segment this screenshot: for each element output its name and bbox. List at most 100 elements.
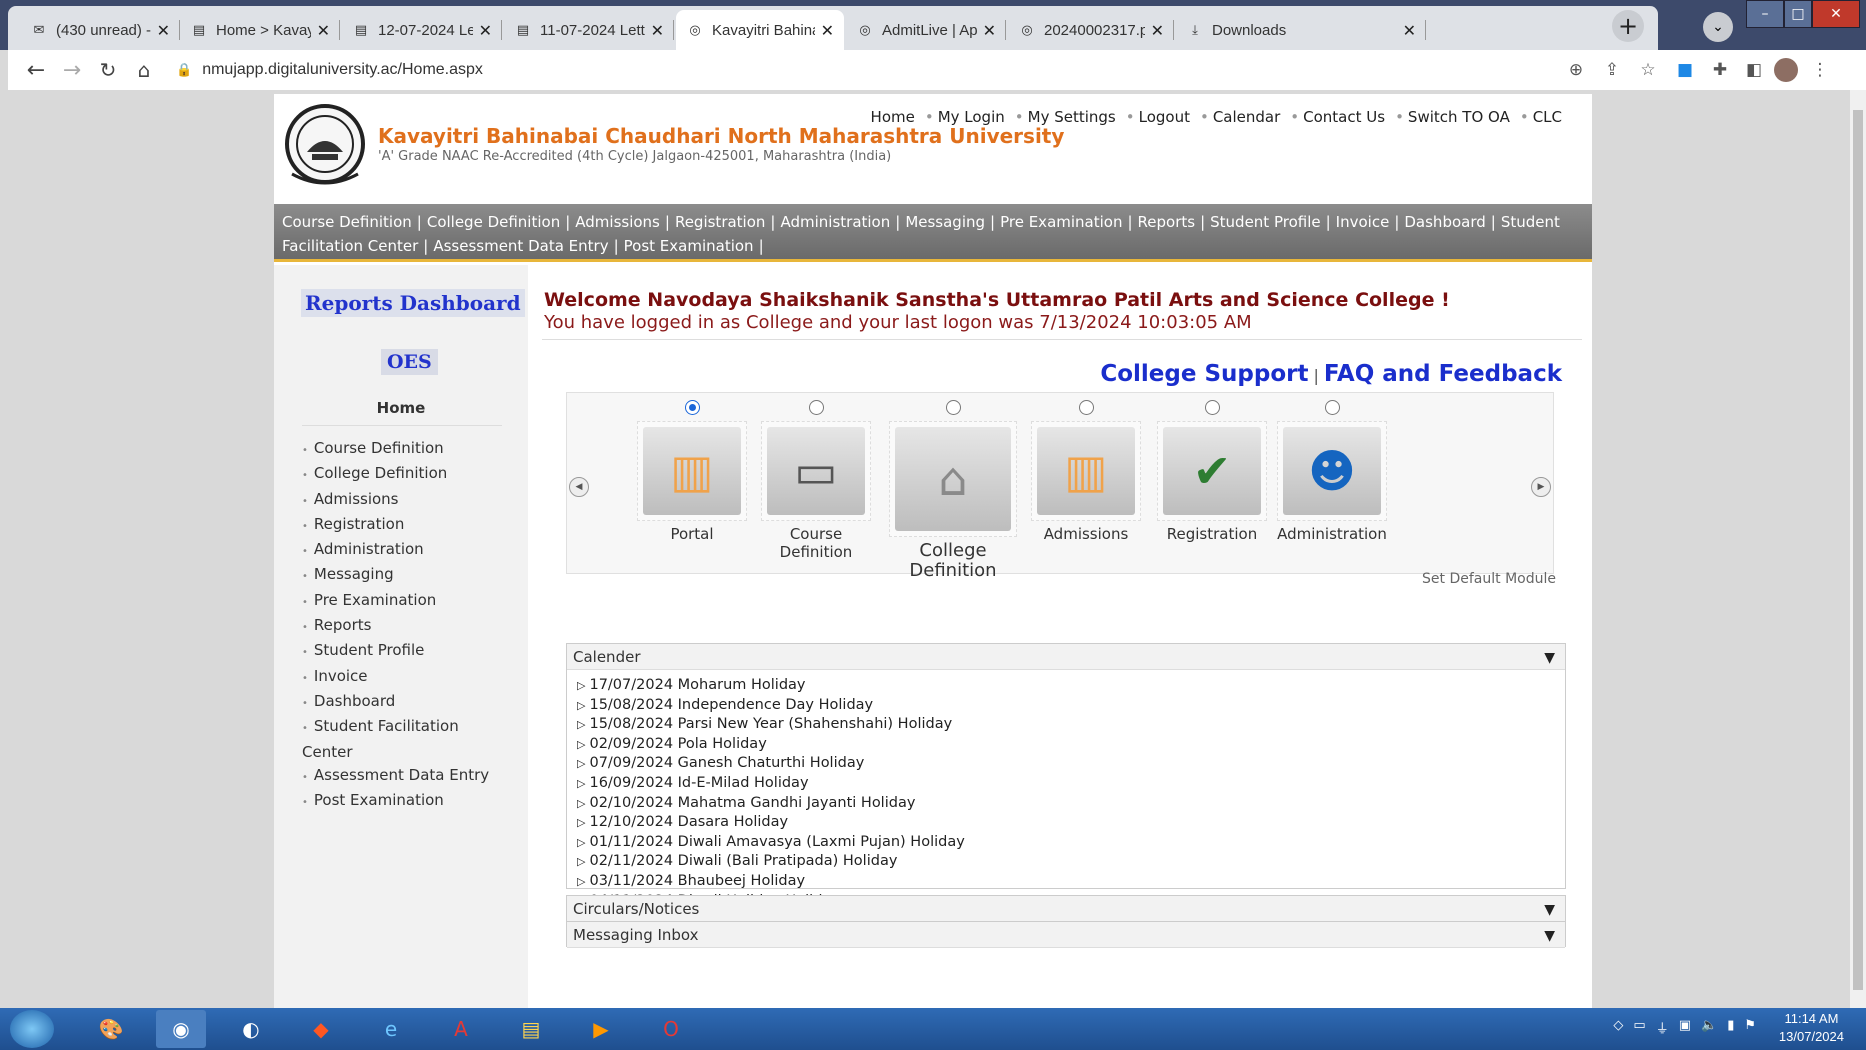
sidebar-item[interactable]: • Student Facilitation Center xyxy=(302,715,502,764)
tab-close-icon[interactable]: ✕ xyxy=(821,21,834,40)
holiday-item[interactable]: ▷ 03/11/2024 Bhaubeej Holiday xyxy=(577,872,1555,892)
module-card[interactable]: ✔ Registration xyxy=(1157,393,1267,543)
holiday-item[interactable]: ▷ 16/09/2024 Id-E-Milad Holiday xyxy=(577,774,1555,794)
module-tile[interactable]: ⌂ xyxy=(889,421,1017,537)
forward-icon[interactable]: → xyxy=(54,52,90,88)
taskbar-clock[interactable]: 11:14 AM 13/07/2024 xyxy=(1779,1010,1844,1046)
faq-feedback-link[interactable]: FAQ and Feedback xyxy=(1324,361,1562,387)
module-tile[interactable]: ▭ xyxy=(761,421,871,521)
reload-icon[interactable]: ↻ xyxy=(90,52,126,88)
top-link[interactable]: • Switch TO OA xyxy=(1395,108,1510,126)
module-tile[interactable]: ✔ xyxy=(1157,421,1267,521)
sidebar-item[interactable]: • Pre Examination xyxy=(302,589,502,614)
calendar-panel-header[interactable]: Calender ▼ xyxy=(567,644,1565,670)
browser-tab[interactable]: ▤ Home > Kavayitri Ba ✕ xyxy=(180,10,340,50)
reports-dashboard-link[interactable]: Reports Dashboard xyxy=(301,289,525,317)
set-default-module-link[interactable]: Set Default Module xyxy=(1422,571,1556,587)
tab-close-icon[interactable]: ✕ xyxy=(317,21,330,40)
holiday-item[interactable]: ▷ 17/07/2024 Moharum Holiday xyxy=(577,676,1555,696)
top-link[interactable]: • Contact Us xyxy=(1290,108,1385,126)
close-window-button[interactable]: ✕ xyxy=(1812,0,1860,28)
holiday-item[interactable]: ▷ 12/10/2024 Dasara Holiday xyxy=(577,813,1555,833)
sidebar-item[interactable]: • Registration xyxy=(302,513,502,538)
home-icon[interactable]: ⌂ xyxy=(126,52,162,88)
tab-close-icon[interactable]: ✕ xyxy=(479,21,492,40)
menu-item[interactable]: College Definition xyxy=(427,213,560,231)
tab-close-icon[interactable]: ✕ xyxy=(1151,21,1164,40)
address-bar[interactable]: 🔒 nmujapp.digitaluniversity.ac/Home.aspx xyxy=(176,55,1551,85)
top-link[interactable]: • CLC xyxy=(1520,108,1562,126)
start-button-icon[interactable] xyxy=(10,1010,54,1048)
sidebar-item[interactable]: • Post Examination xyxy=(302,789,502,814)
dropbox-icon[interactable]: ◇ xyxy=(1613,1018,1623,1037)
new-tab-button[interactable]: + xyxy=(1612,10,1644,42)
holiday-item[interactable]: ▷ 02/09/2024 Pola Holiday xyxy=(577,735,1555,755)
menu-item[interactable]: Dashboard xyxy=(1404,213,1485,231)
tab-close-icon[interactable]: ✕ xyxy=(1403,21,1416,40)
browser-tab[interactable]: ▤ 12-07-2024 Letter ✕ xyxy=(342,10,502,50)
printer-icon[interactable]: ▭ xyxy=(1633,1018,1645,1037)
sidebar-item[interactable]: • College Definition xyxy=(302,462,502,487)
side-panel-icon[interactable]: ◧ xyxy=(1742,58,1766,82)
holiday-item[interactable]: ▷ 02/11/2024 Diwali (Bali Pratipada) Holi… xyxy=(577,852,1555,872)
paint-icon[interactable]: 🎨 xyxy=(86,1010,136,1048)
volume-icon[interactable]: 🔈 xyxy=(1701,1018,1717,1037)
messaging-panel-header[interactable]: Messaging Inbox ▼ xyxy=(567,922,1565,948)
browser-tab[interactable]: ⤓ Downloads ✕ xyxy=(1176,10,1426,50)
profile-avatar-icon[interactable] xyxy=(1774,58,1798,82)
module-card[interactable]: ⌂ College Definition xyxy=(889,393,1017,581)
usb-icon[interactable]: ⏚ xyxy=(1656,1018,1669,1037)
file-explorer-icon[interactable]: ▤ xyxy=(506,1010,556,1048)
share-icon[interactable]: ⇪ xyxy=(1600,58,1624,82)
top-link[interactable]: • My Login xyxy=(925,108,1005,126)
module-radio[interactable] xyxy=(808,400,824,415)
extensions-puzzle-icon[interactable]: ✚ xyxy=(1708,58,1732,82)
internet-explorer-icon[interactable]: e xyxy=(366,1010,416,1048)
menu-item[interactable]: Registration xyxy=(675,213,765,231)
chrome-icon[interactable]: ◉ xyxy=(156,1010,206,1048)
sidebar-item[interactable]: • Assessment Data Entry xyxy=(302,764,502,789)
circulars-panel-header[interactable]: Circulars/Notices ▼ xyxy=(567,896,1565,922)
sidebar-item[interactable]: • Course Definition xyxy=(302,437,502,462)
module-tile[interactable]: ▥ xyxy=(637,421,747,521)
zoom-icon[interactable]: ⊕ xyxy=(1564,58,1588,82)
menu-item[interactable]: Student Profile xyxy=(1210,213,1320,231)
sidebar-item[interactable]: • Administration xyxy=(302,538,502,563)
module-card[interactable]: ☻ Administration xyxy=(1277,393,1387,543)
menu-item[interactable]: Invoice xyxy=(1336,213,1390,231)
maximize-button[interactable]: □ xyxy=(1784,0,1812,28)
sidebar-item[interactable]: • Student Profile xyxy=(302,639,502,664)
menu-item[interactable]: Assessment Data Entry xyxy=(433,237,608,255)
bookmark-star-icon[interactable]: ☆ xyxy=(1636,58,1660,82)
module-tile[interactable]: ▥ xyxy=(1031,421,1141,521)
anydesk-icon[interactable]: ◆ xyxy=(296,1010,346,1048)
tab-search-icon[interactable]: ⌄ xyxy=(1703,12,1733,42)
scrollbar-thumb[interactable] xyxy=(1853,110,1863,990)
sidebar-item[interactable]: • Dashboard xyxy=(302,690,502,715)
module-card[interactable]: ▭ Course Definition xyxy=(761,393,871,561)
module-radio[interactable] xyxy=(1078,400,1094,415)
tab-close-icon[interactable]: ✕ xyxy=(157,21,170,40)
browser-tab[interactable]: ▤ 11-07-2024 Letter ✕ xyxy=(504,10,674,50)
top-link[interactable]: Home xyxy=(871,108,915,126)
sidebar-item[interactable]: • Invoice xyxy=(302,665,502,690)
holiday-item[interactable]: ▷ 15/08/2024 Parsi New Year (Shahenshahi)… xyxy=(577,715,1555,735)
carousel-next-icon[interactable]: ▶ xyxy=(1531,477,1551,497)
vertical-scrollbar[interactable] xyxy=(1850,90,1866,1008)
module-radio[interactable] xyxy=(1204,400,1220,415)
menu-item[interactable]: Pre Examination xyxy=(1000,213,1122,231)
back-icon[interactable]: ← xyxy=(18,52,54,88)
menu-item[interactable]: Messaging xyxy=(905,213,985,231)
college-support-link[interactable]: College Support xyxy=(1100,361,1308,387)
browser-tab[interactable]: ◎ Kavayitri Bahinabai ✕ xyxy=(676,10,844,50)
holiday-item[interactable]: ▷ 01/11/2024 Diwali Amavasya (Laxmi Pujan… xyxy=(577,833,1555,853)
signal-icon[interactable]: ▮ xyxy=(1727,1018,1734,1037)
menu-item[interactable]: Post Examination xyxy=(624,237,754,255)
flag-icon[interactable]: ⚑ xyxy=(1744,1018,1756,1037)
network-icon[interactable]: ▣ xyxy=(1679,1018,1691,1037)
media-player-icon[interactable]: ▶ xyxy=(576,1010,626,1048)
top-link[interactable]: • Calendar xyxy=(1200,108,1280,126)
menu-item[interactable]: Reports xyxy=(1138,213,1196,231)
menu-item[interactable]: Administration xyxy=(780,213,890,231)
acrobat-icon[interactable]: A xyxy=(436,1010,486,1048)
